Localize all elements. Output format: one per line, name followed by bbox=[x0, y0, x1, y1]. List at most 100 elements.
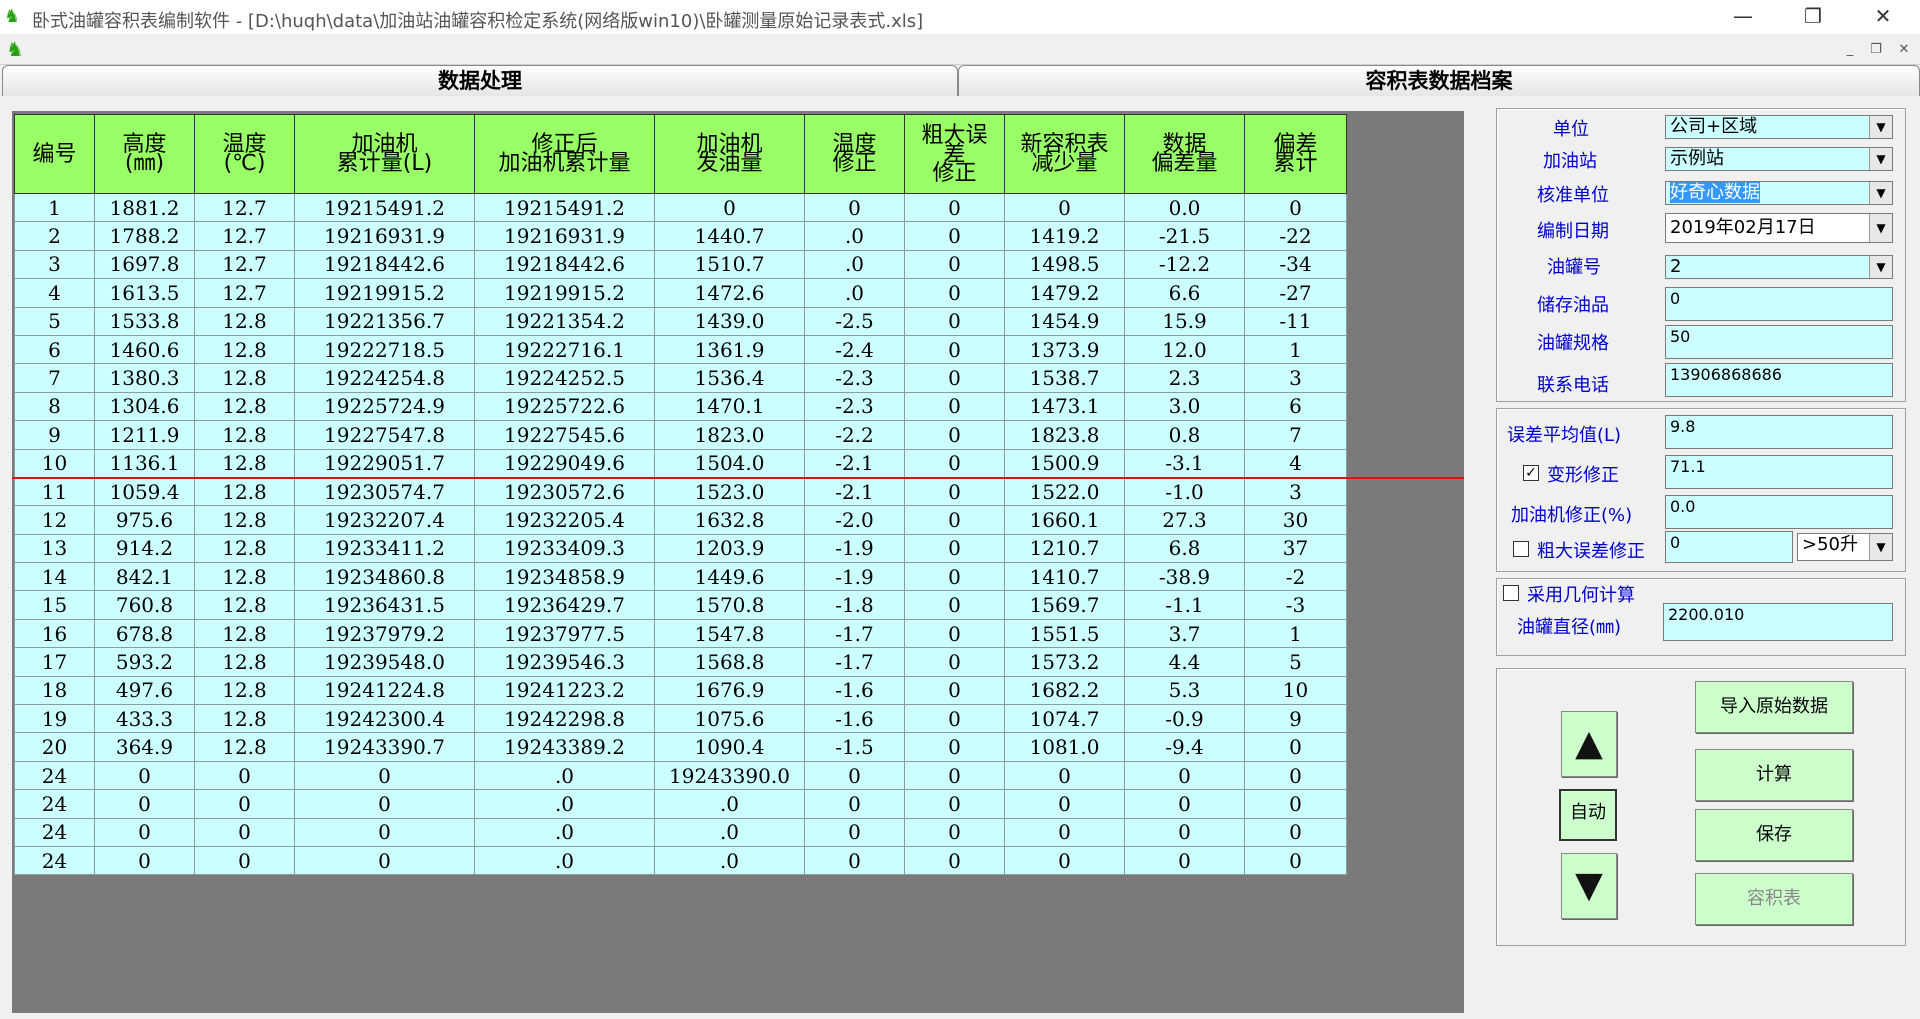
table-cell[interactable]: 2.3 bbox=[1124, 363, 1245, 393]
tab-data-processing[interactable]: 数据处理 bbox=[2, 65, 958, 96]
table-cell[interactable]: 0 bbox=[904, 732, 1005, 762]
table-cell[interactable]: 19227547.8 bbox=[294, 420, 475, 450]
table-cell[interactable]: 12.8 bbox=[194, 334, 295, 365]
table-cell[interactable]: 3 bbox=[1244, 363, 1347, 393]
date-picker[interactable]: 2019年02月17日 ▼ bbox=[1665, 213, 1893, 243]
table-cell[interactable]: -11 bbox=[1244, 306, 1347, 336]
table-cell[interactable]: 0 bbox=[904, 192, 1005, 223]
table-cell[interactable]: 8 bbox=[14, 391, 95, 422]
table-cell[interactable]: 4 bbox=[1244, 448, 1347, 478]
table-cell[interactable]: 0 bbox=[1244, 845, 1347, 876]
table-cell[interactable]: 30 bbox=[1244, 505, 1347, 535]
table-cell[interactable]: 0 bbox=[94, 845, 195, 876]
table-row[interactable]: 13 914.2 12.8 19233411.2 19233409.3 1203.9 -1.… bbox=[14, 533, 1347, 564]
table-cell[interactable]: 12 bbox=[14, 505, 95, 535]
table-cell[interactable]: 1419.2 bbox=[1004, 221, 1125, 251]
table-cell[interactable]: 1510.7 bbox=[654, 249, 805, 280]
table-cell[interactable]: -9.4 bbox=[1124, 732, 1245, 762]
table-cell[interactable]: 19237977.5 bbox=[474, 618, 655, 649]
tank-select[interactable]: 2 ▼ bbox=[1665, 255, 1893, 279]
table-cell[interactable]: 0 bbox=[1004, 817, 1125, 847]
table-cell[interactable]: 433.3 bbox=[94, 704, 195, 734]
table-cell[interactable]: 1522.0 bbox=[1004, 476, 1125, 507]
move-down-button[interactable]: ▼ bbox=[1561, 853, 1617, 919]
table-cell[interactable]: 1568.8 bbox=[654, 647, 805, 677]
table-cell[interactable]: 0 bbox=[1124, 789, 1245, 819]
table-row[interactable]: 16 678.8 12.8 19237979.2 19237977.5 1547.8 -1.… bbox=[14, 618, 1347, 649]
table-cell[interactable]: 0 bbox=[1244, 760, 1347, 791]
table-cell[interactable]: .0 bbox=[654, 845, 805, 876]
table-row[interactable]: 18 497.6 12.8 19241224.8 19241223.2 1676.9 -1.… bbox=[14, 675, 1347, 706]
table-cell[interactable]: 19237979.2 bbox=[294, 618, 475, 649]
table-cell[interactable]: 3.7 bbox=[1124, 618, 1245, 649]
table-cell[interactable]: 19215491.2 bbox=[474, 192, 655, 223]
column-header[interactable]: 高度 (㎜) bbox=[94, 114, 195, 194]
table-cell[interactable]: 0 bbox=[904, 505, 1005, 535]
station-select[interactable]: 示例站 ▼ bbox=[1665, 147, 1893, 171]
table-cell[interactable]: 12.8 bbox=[194, 675, 295, 706]
table-cell[interactable]: 1523.0 bbox=[654, 476, 805, 507]
table-cell[interactable]: 15.9 bbox=[1124, 306, 1245, 336]
table-cell[interactable]: .0 bbox=[474, 789, 655, 819]
table-cell[interactable]: 19241223.2 bbox=[474, 675, 655, 706]
table-cell[interactable]: 7 bbox=[1244, 420, 1347, 450]
table-cell[interactable]: 6.8 bbox=[1124, 533, 1245, 564]
table-cell[interactable]: 1 bbox=[1244, 618, 1347, 649]
table-cell[interactable]: 20 bbox=[14, 732, 95, 762]
table-cell[interactable]: 1075.6 bbox=[654, 704, 805, 734]
table-cell[interactable]: -27 bbox=[1244, 278, 1347, 308]
table-cell[interactable]: 0 bbox=[654, 192, 805, 223]
table-cell[interactable]: .0 bbox=[804, 221, 905, 251]
column-header[interactable]: 编号 bbox=[14, 114, 95, 194]
table-cell[interactable]: -0.9 bbox=[1124, 704, 1245, 734]
table-cell[interactable]: 27.3 bbox=[1124, 505, 1245, 535]
column-header[interactable]: 偏差 累计 bbox=[1244, 114, 1347, 194]
table-cell[interactable]: 12.8 bbox=[194, 618, 295, 649]
table-cell[interactable]: 1660.1 bbox=[1004, 505, 1125, 535]
table-cell[interactable]: 0 bbox=[904, 675, 1005, 706]
table-cell[interactable]: -3.1 bbox=[1124, 448, 1245, 478]
table-cell[interactable]: 12.0 bbox=[1124, 334, 1245, 365]
table-cell[interactable]: -2.3 bbox=[804, 391, 905, 422]
table-cell[interactable]: -1.5 bbox=[804, 732, 905, 762]
table-cell[interactable]: 0 bbox=[904, 363, 1005, 393]
table-cell[interactable]: 19 bbox=[14, 704, 95, 734]
column-header[interactable]: 温度 修正 bbox=[804, 114, 905, 194]
unit-select[interactable]: 公司+区域 ▼ bbox=[1665, 115, 1893, 139]
table-row[interactable]: 12 975.6 12.8 19232207.4 19232205.4 1632.8 -2.… bbox=[14, 505, 1347, 535]
table-cell[interactable]: 19222718.5 bbox=[294, 334, 475, 365]
table-cell[interactable]: 12.7 bbox=[194, 221, 295, 251]
table-cell[interactable]: 0 bbox=[94, 817, 195, 847]
gross-dropdown-icon[interactable]: ▼ bbox=[1869, 534, 1892, 560]
table-cell[interactable]: 0 bbox=[904, 647, 1005, 677]
table-cell[interactable]: 24 bbox=[14, 760, 95, 791]
table-cell[interactable]: 6 bbox=[1244, 391, 1347, 422]
table-cell[interactable]: 1472.6 bbox=[654, 278, 805, 308]
table-cell[interactable]: 1551.5 bbox=[1004, 618, 1125, 649]
table-cell[interactable]: 1410.7 bbox=[1004, 562, 1125, 592]
table-cell[interactable]: -22 bbox=[1244, 221, 1347, 251]
verifier-select[interactable]: 好奇心数据 ▼ bbox=[1665, 181, 1893, 205]
table-cell[interactable]: 19232205.4 bbox=[474, 505, 655, 535]
table-cell[interactable]: -2.4 bbox=[804, 334, 905, 365]
table-cell[interactable]: 19233411.2 bbox=[294, 533, 475, 564]
table-cell[interactable]: 12.8 bbox=[194, 505, 295, 535]
column-header[interactable]: 粗大误 差 修正 bbox=[904, 114, 1005, 194]
deform-input[interactable]: 71.1 bbox=[1665, 455, 1893, 489]
table-cell[interactable]: 13 bbox=[14, 533, 95, 564]
table-cell[interactable]: 16 bbox=[14, 618, 95, 649]
table-cell[interactable]: 1823.8 bbox=[1004, 420, 1125, 450]
table-cell[interactable]: 1547.8 bbox=[654, 618, 805, 649]
table-cell[interactable]: 4 bbox=[14, 278, 95, 308]
auto-button[interactable]: 自动 bbox=[1559, 789, 1617, 841]
table-cell[interactable]: 1074.7 bbox=[1004, 704, 1125, 734]
capacity-table-button[interactable]: 容积表 bbox=[1695, 873, 1853, 925]
date-dropdown-icon[interactable]: ▼ bbox=[1869, 214, 1892, 242]
table-cell[interactable]: 19215491.2 bbox=[294, 192, 475, 223]
table-cell[interactable]: -1.6 bbox=[804, 675, 905, 706]
verifier-dropdown-icon[interactable]: ▼ bbox=[1869, 182, 1892, 204]
table-cell[interactable]: 12.8 bbox=[194, 704, 295, 734]
table-cell[interactable]: 12.8 bbox=[194, 647, 295, 677]
table-cell[interactable]: 19216931.9 bbox=[294, 221, 475, 251]
table-cell[interactable]: -1.9 bbox=[804, 533, 905, 564]
